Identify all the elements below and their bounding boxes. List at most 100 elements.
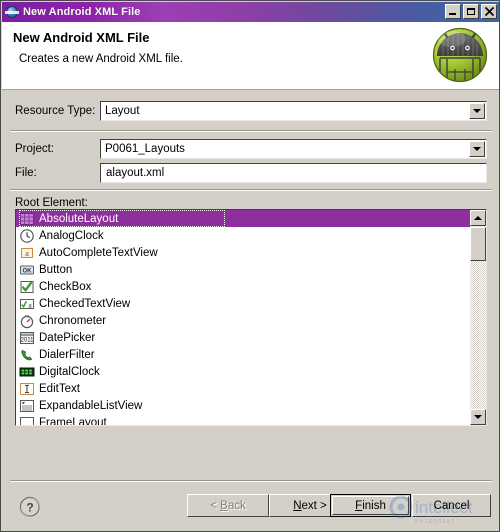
- button-icon: OK: [19, 262, 35, 278]
- project-row: Project:: [15, 139, 54, 159]
- list-item-content: DialerFilter: [19, 346, 225, 363]
- page-title: New Android XML File: [13, 30, 150, 45]
- window-controls: [445, 4, 497, 19]
- list-item[interactable]: AbsoluteLayout: [16, 210, 470, 227]
- dialog-body: Resource Type: Layout Project: P0061_Lay…: [2, 91, 499, 480]
- minimize-button[interactable]: [445, 4, 461, 19]
- list-item-content: a CheckedTextView: [19, 295, 225, 312]
- help-icon[interactable]: ?: [19, 496, 41, 518]
- list-item[interactable]: EditText: [16, 380, 470, 397]
- edittext-icon: [19, 381, 35, 397]
- list-item-label: DatePicker: [39, 331, 96, 344]
- list-item[interactable]: OK Button: [16, 261, 470, 278]
- list-item-label: FrameLayout: [39, 416, 107, 426]
- maximize-button[interactable]: [463, 4, 479, 19]
- dialog-header: New Android XML File Creates a new Andro…: [2, 22, 499, 90]
- list-item-label: DialerFilter: [39, 348, 95, 361]
- title-bar[interactable]: New Android XML File: [2, 2, 499, 22]
- minimize-icon: [449, 13, 456, 15]
- list-item-content: DigitalClock: [19, 363, 225, 380]
- list-item-label: Chronometer: [39, 314, 107, 327]
- list-item[interactable]: ExpandableListView: [16, 397, 470, 414]
- scrollbar-thumb[interactable]: [470, 227, 486, 261]
- cancel-button-label: Cancel: [433, 499, 470, 512]
- checkbox-icon: [19, 279, 35, 295]
- list-item-content: 2011 DatePicker: [19, 329, 225, 346]
- file-label: File:: [15, 167, 37, 179]
- analog-clock-icon: [19, 228, 35, 244]
- svg-text:a: a: [25, 249, 29, 258]
- svg-text:OK: OK: [23, 268, 33, 274]
- list-item[interactable]: DigitalClock: [16, 363, 470, 380]
- svg-text:2011: 2011: [21, 337, 35, 343]
- close-button[interactable]: [481, 4, 497, 19]
- back-button-label: < Back: [210, 499, 246, 512]
- android-robot-icon: [431, 26, 489, 84]
- list-item[interactable]: DialerFilter: [16, 346, 470, 363]
- list-item-label: AbsoluteLayout: [39, 212, 119, 225]
- list-item-label: ExpandableListView: [39, 399, 143, 412]
- checked-textview-icon: a: [19, 296, 35, 312]
- list-item-content: a AutoCompleteTextView: [19, 244, 225, 261]
- chevron-down-icon[interactable]: [469, 141, 485, 157]
- file-row: File:: [15, 163, 37, 183]
- close-icon: [482, 5, 496, 18]
- finish-button[interactable]: Finish: [330, 494, 411, 517]
- project-dropdown[interactable]: P0061_Layouts: [100, 139, 487, 159]
- section-divider-1: [10, 130, 492, 132]
- header-divider: [2, 89, 499, 90]
- list-item[interactable]: Chronometer: [16, 312, 470, 329]
- root-element-list-items: AbsoluteLayout AnalogClock a AutoComplete…: [16, 210, 470, 425]
- back-button[interactable]: < Back: [187, 494, 269, 517]
- list-item[interactable]: CheckBox: [16, 278, 470, 295]
- section-divider-2: [10, 189, 492, 191]
- list-item-content: Chronometer: [19, 312, 225, 329]
- scroll-up-icon: [474, 216, 482, 220]
- svg-text:?: ?: [26, 500, 33, 514]
- maximize-icon: [467, 8, 475, 15]
- dialer-filter-icon: [19, 347, 35, 363]
- list-item-content: FrameLayout: [19, 414, 225, 425]
- root-element-list[interactable]: AbsoluteLayout AnalogClock a AutoComplete…: [15, 209, 487, 426]
- scroll-down-icon: [474, 415, 482, 419]
- cancel-button[interactable]: Cancel: [412, 494, 491, 517]
- chronometer-icon: [19, 313, 35, 329]
- list-item-label: DigitalClock: [39, 365, 100, 378]
- frame-layout-icon: [19, 415, 35, 425]
- page-subtitle: Creates a new Android XML file.: [19, 53, 183, 65]
- list-item-label: CheckedTextView: [39, 297, 131, 310]
- list-item-label: AnalogClock: [39, 229, 104, 242]
- list-item[interactable]: a AutoCompleteTextView: [16, 244, 470, 261]
- list-item[interactable]: 2011 DatePicker: [16, 329, 470, 346]
- digital-clock-icon: [19, 364, 35, 380]
- list-item[interactable]: FrameLayout: [16, 414, 470, 425]
- android-globe-icon: [5, 5, 19, 19]
- expandable-listview-icon: [19, 398, 35, 414]
- autocomplete-textview-icon: a: [19, 245, 35, 261]
- resource-type-dropdown[interactable]: Layout: [100, 101, 487, 121]
- scroll-down-button[interactable]: [470, 409, 486, 425]
- root-element-label: Root Element:: [15, 197, 88, 209]
- project-label: Project:: [15, 143, 54, 155]
- new-android-xml-file-dialog: New Android XML File New Android XML Fil…: [0, 0, 500, 532]
- list-item[interactable]: a CheckedTextView: [16, 295, 470, 312]
- list-item-label: EditText: [39, 382, 80, 395]
- file-input[interactable]: alayout.xml: [100, 163, 487, 183]
- resource-type-value: Layout: [105, 105, 140, 117]
- list-vertical-scrollbar[interactable]: [470, 210, 486, 425]
- list-item-content: ExpandableListView: [19, 397, 225, 414]
- resource-type-label: Resource Type:: [15, 105, 96, 117]
- file-value: alayout.xml: [106, 167, 165, 179]
- list-item[interactable]: AnalogClock: [16, 227, 470, 244]
- list-item-content: AnalogClock: [19, 227, 225, 244]
- list-item-label: AutoCompleteTextView: [39, 246, 158, 259]
- list-item-label: CheckBox: [39, 280, 92, 293]
- list-item-label: Button: [39, 263, 73, 276]
- footer-divider: [10, 480, 492, 482]
- list-item-content: CheckBox: [19, 278, 225, 295]
- chevron-down-icon[interactable]: [469, 103, 485, 119]
- datepicker-icon: 2011: [19, 330, 35, 346]
- finish-button-label: Finish: [355, 499, 386, 512]
- resource-type-row: Resource Type:: [15, 101, 95, 121]
- scroll-up-button[interactable]: [470, 210, 486, 226]
